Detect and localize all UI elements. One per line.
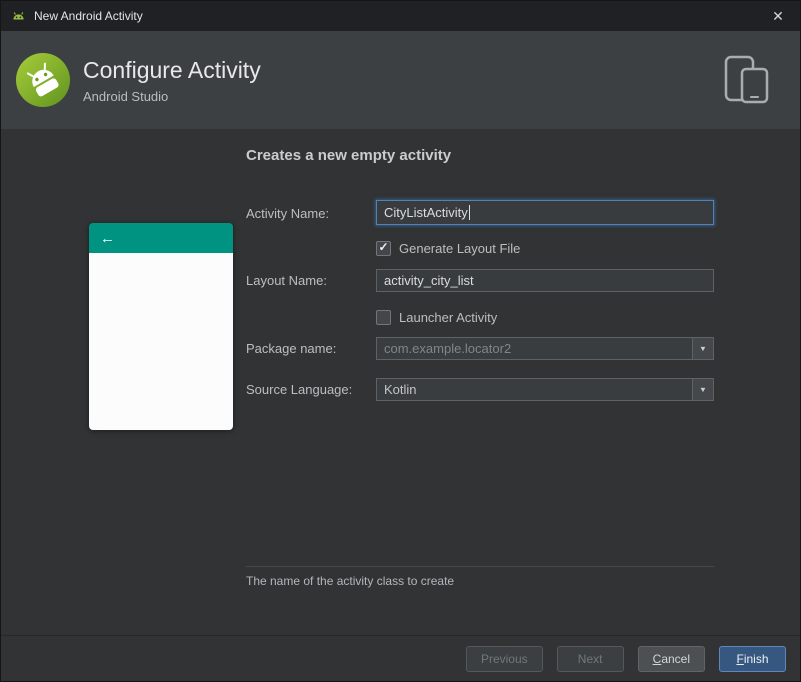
finish-mnemonic: F bbox=[736, 651, 744, 666]
layout-name-value: activity_city_list bbox=[384, 273, 474, 288]
layout-name-input[interactable]: activity_city_list bbox=[376, 269, 714, 292]
cancel-button[interactable]: Cancel bbox=[637, 645, 705, 672]
previous-button: Previous bbox=[465, 645, 543, 672]
cancel-button-label: ancel bbox=[661, 651, 690, 666]
activity-name-value: CityListActivity bbox=[384, 205, 468, 220]
next-button-label: Next bbox=[577, 651, 603, 666]
back-arrow-icon: ← bbox=[100, 229, 115, 247]
window-title: New Android Activity bbox=[34, 9, 143, 23]
generate-layout-label: Generate Layout File bbox=[399, 240, 521, 256]
wizard-content: Creates a new empty activity ← Activity … bbox=[1, 129, 800, 637]
package-name-value: com.example.locator2 bbox=[384, 341, 512, 356]
generate-layout-checkbox[interactable]: ✓ bbox=[376, 240, 391, 256]
header-text: Configure Activity Android Studio bbox=[83, 57, 261, 104]
device-preview-icon bbox=[722, 54, 774, 106]
close-icon[interactable]: ✕ bbox=[756, 1, 800, 31]
check-icon: ✓ bbox=[378, 240, 389, 254]
wizard-title: Configure Activity bbox=[83, 56, 261, 83]
source-language-combo[interactable]: Kotlin ▼ bbox=[376, 378, 714, 401]
chevron-down-icon: ▼ bbox=[699, 385, 707, 394]
source-language-dropdown-button[interactable]: ▼ bbox=[692, 379, 713, 400]
preview-toolbar: ← bbox=[89, 223, 233, 253]
package-name-label: Package name: bbox=[246, 341, 337, 356]
package-name-dropdown-button[interactable]: ▼ bbox=[692, 338, 713, 359]
new-android-activity-dialog: New Android Activity ✕ Configure Activit… bbox=[0, 0, 801, 682]
package-name-combo[interactable]: com.example.locator2 ▼ bbox=[376, 337, 714, 360]
titlebar: New Android Activity ✕ bbox=[1, 1, 800, 31]
generate-layout-row[interactable]: ✓ Generate Layout File bbox=[376, 239, 520, 257]
cancel-mnemonic: C bbox=[652, 651, 662, 666]
launcher-activity-row[interactable]: ✓ Launcher Activity bbox=[376, 308, 497, 326]
android-icon bbox=[10, 8, 27, 25]
source-language-label: Source Language: bbox=[246, 382, 353, 397]
step-heading: Creates a new empty activity bbox=[246, 147, 452, 164]
preview-body bbox=[89, 253, 233, 430]
android-studio-logo bbox=[15, 52, 71, 108]
activity-name-input[interactable]: CityListActivity bbox=[376, 200, 714, 225]
next-button: Next bbox=[556, 645, 624, 672]
chevron-down-icon: ▼ bbox=[699, 344, 707, 353]
help-separator bbox=[246, 566, 714, 567]
text-caret bbox=[468, 205, 470, 220]
activity-name-label: Activity Name: bbox=[246, 206, 330, 221]
wizard-header: Configure Activity Android Studio bbox=[1, 31, 800, 129]
finish-button-label: inish bbox=[743, 651, 769, 666]
source-language-value: Kotlin bbox=[384, 382, 417, 397]
wizard-subtitle: Android Studio bbox=[83, 88, 169, 104]
launcher-activity-label: Launcher Activity bbox=[399, 309, 498, 325]
layout-name-label: Layout Name: bbox=[246, 273, 327, 288]
previous-button-label: Previous bbox=[480, 651, 528, 666]
button-bar: Previous Next Cancel Finish bbox=[1, 635, 800, 681]
activity-preview-thumbnail: ← bbox=[89, 223, 233, 430]
launcher-activity-checkbox[interactable]: ✓ bbox=[376, 309, 391, 325]
finish-button[interactable]: Finish bbox=[719, 645, 786, 672]
field-help-text: The name of the activity class to create bbox=[246, 574, 455, 588]
